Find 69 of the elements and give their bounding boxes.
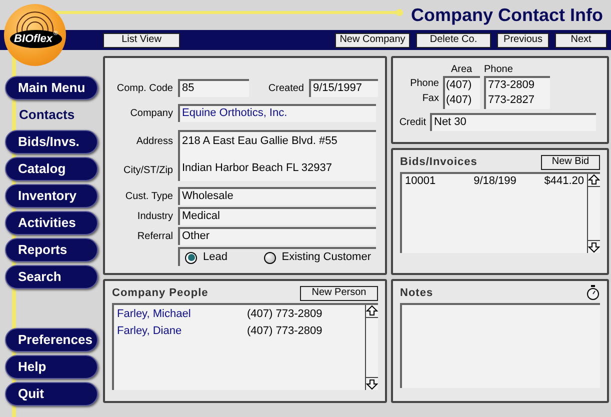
panel-title: Company People	[112, 286, 208, 301]
sidebar-button[interactable]: Catalog	[5, 157, 98, 181]
scroll-bar[interactable]	[365, 305, 378, 390]
toolbar-button[interactable]: Delete Co.	[416, 32, 491, 48]
field-label: City/ST/Zip	[122, 164, 174, 178]
panel-title: Notes	[400, 286, 434, 301]
scroll-bar[interactable]	[587, 174, 600, 253]
field-label: Fax	[421, 92, 440, 106]
area-field[interactable]: (407) (407)	[443, 76, 480, 109]
toolbar-button[interactable]: Next	[555, 32, 607, 48]
phone-number: 773-2827	[487, 93, 536, 108]
date-field[interactable]: 9/15/1997	[309, 79, 378, 97]
field-label: Referral	[136, 230, 174, 244]
table-cell-text: 9/18/199	[472, 174, 518, 189]
field-label: Comp. Code	[116, 82, 174, 96]
text-field[interactable]: Wholesale	[178, 187, 376, 205]
field-label: Created	[267, 82, 305, 96]
column-header: Area	[450, 64, 474, 76]
field-label: Phone	[409, 77, 440, 91]
table-cell-text: 10001	[405, 174, 437, 189]
sidebar-button[interactable]: Reports	[5, 238, 98, 262]
sidebar-button[interactable]: Quit	[5, 382, 98, 406]
notes-field[interactable]	[400, 303, 600, 388]
toolbar-button[interactable]: List View	[103, 32, 180, 48]
address-line: 218 A East Eau Gallie Blvd. #55	[182, 134, 338, 149]
field-label: Address	[135, 135, 174, 149]
toolbar-button[interactable]: Previous	[497, 32, 549, 48]
phone-number: (407) 773-2809	[247, 307, 322, 322]
sidebar-button[interactable]: Contacts	[5, 103, 98, 127]
sidebar-button[interactable]: Search	[5, 265, 98, 289]
radio-option[interactable]: Existing Customer	[264, 249, 371, 266]
phone-number: 773-2809	[487, 78, 536, 93]
city-line: Indian Harbor Beach FL 32937	[182, 161, 334, 176]
sidebar-button[interactable]: Main Menu	[5, 76, 98, 100]
field-label: Credit	[399, 116, 427, 130]
sidebar-button[interactable]: Activities	[5, 211, 98, 235]
field-label: Cust. Type	[124, 190, 174, 204]
table-cell-text: $441.20	[543, 174, 584, 189]
column-header: Phone	[484, 64, 514, 76]
sidebar-button[interactable]: Help	[5, 355, 98, 379]
code-field[interactable]: 85	[178, 79, 249, 97]
logo-text: BIOflex	[14, 34, 53, 44]
area-code: (407)	[445, 93, 473, 108]
company-field[interactable]: Equine Orthotics, Inc.	[178, 104, 376, 122]
scroll-up-icon[interactable]	[366, 305, 378, 318]
scroll-up-icon[interactable]	[588, 174, 600, 187]
phone-field[interactable]: 773-2809 773-2827	[484, 76, 550, 109]
toolbar-button[interactable]: New Company	[335, 32, 410, 48]
address-field[interactable]: 218 A East Eau Gallie Blvd. #55 Indian Harbor Beach FL 32937	[178, 130, 376, 181]
scroll-down-icon[interactable]	[366, 377, 378, 390]
person-name[interactable]: Farley, Diane	[117, 323, 247, 340]
credit-field[interactable]: Net 30	[430, 113, 596, 131]
person-name[interactable]: Farley, Michael	[117, 306, 247, 323]
sidebar-button[interactable]: Preferences	[5, 328, 98, 352]
area-code: (407)	[445, 78, 473, 93]
text-field[interactable]: Other	[178, 227, 376, 245]
phone-number: (407) 773-2809	[247, 324, 322, 339]
panel-button[interactable]: New Bid	[541, 154, 600, 170]
sidebar-button[interactable]: Bids/Invs.	[5, 130, 98, 154]
window-title: Company Contact Info	[411, 6, 603, 24]
panel-title: Bids/Invoices	[400, 154, 478, 170]
radio-option[interactable]: Lead	[185, 249, 228, 266]
sidebar-button[interactable]: Inventory	[5, 184, 98, 208]
stopwatch-icon[interactable]	[586, 285, 600, 301]
text-field[interactable]: Medical	[178, 207, 376, 225]
panel-button[interactable]: New Person	[300, 286, 378, 300]
field-label: Industry	[136, 210, 174, 224]
field-label: Company	[129, 106, 174, 120]
scroll-down-icon[interactable]	[588, 240, 600, 253]
